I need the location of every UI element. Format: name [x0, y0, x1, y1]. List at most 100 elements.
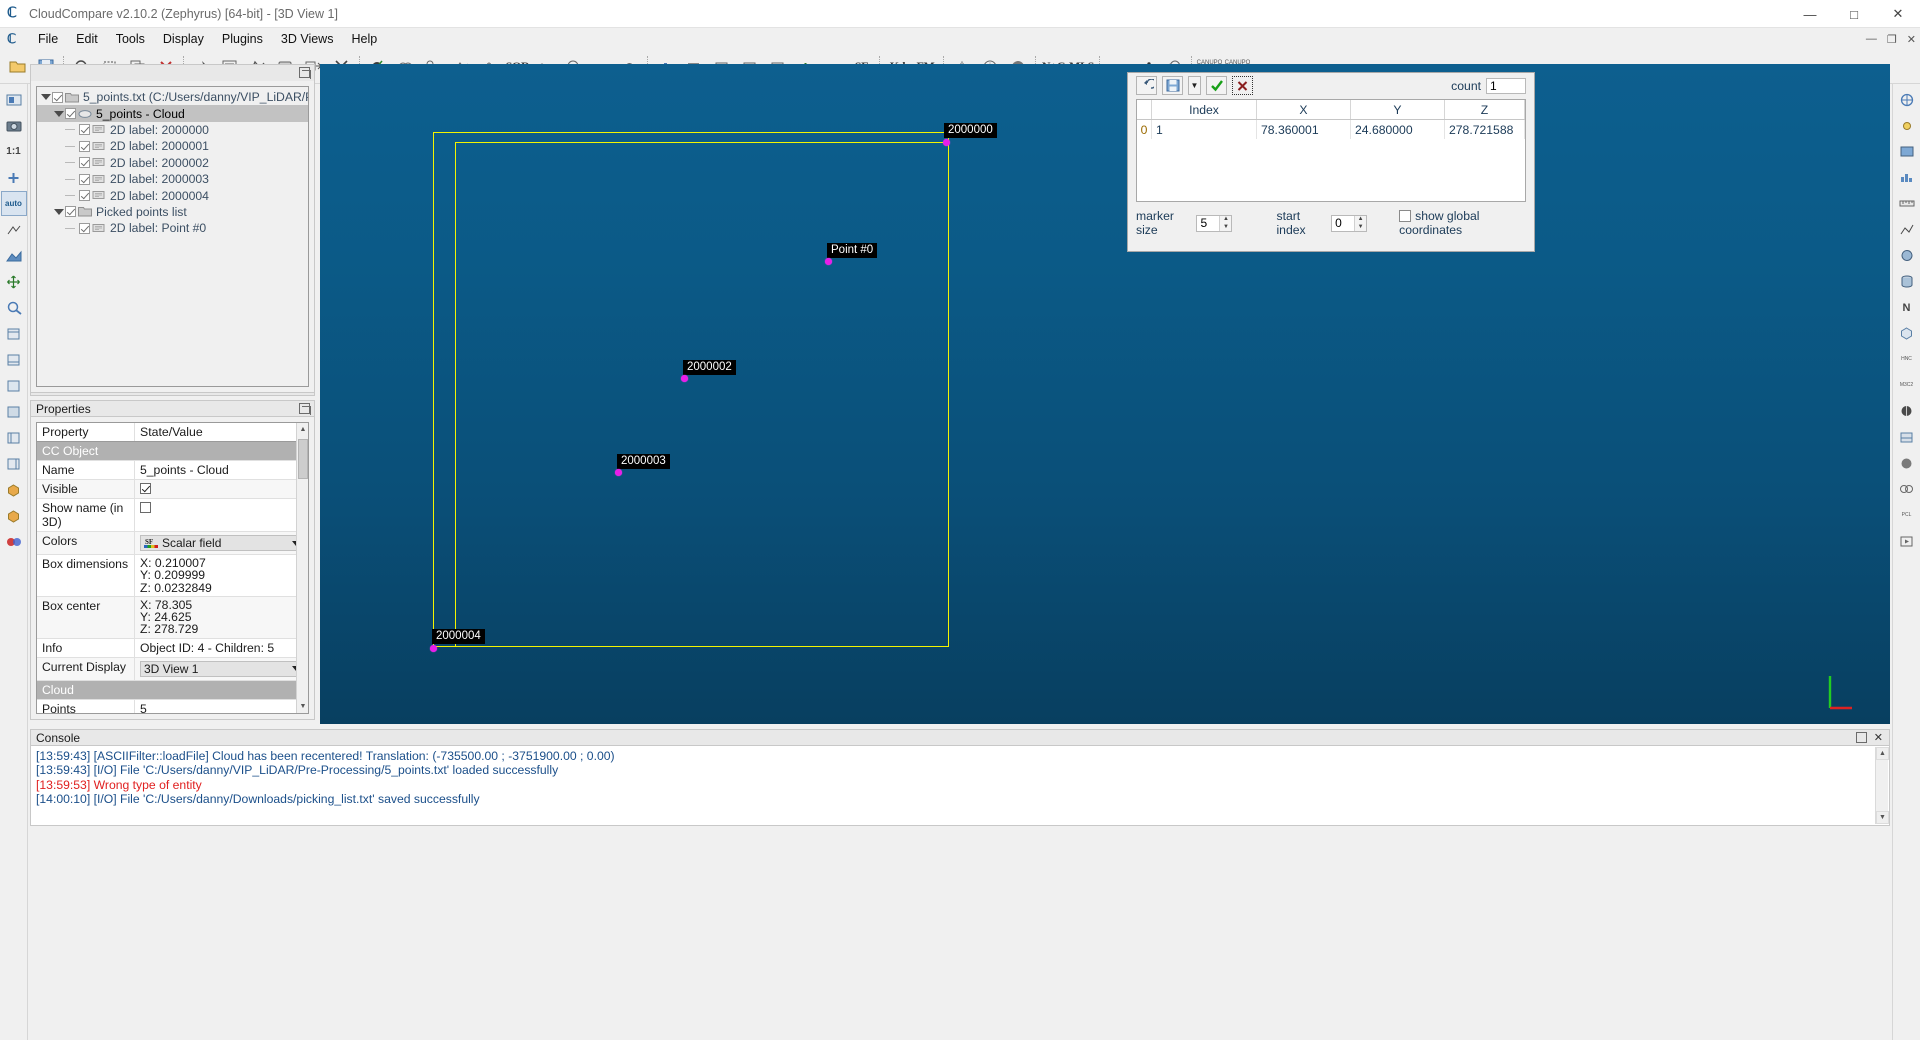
db-tree-item[interactable]: 5_points - Cloud	[37, 105, 308, 121]
qsra-icon[interactable]	[1894, 425, 1920, 450]
console-scroll-up-arrow-icon[interactable]: ▲	[1876, 747, 1889, 760]
qblur-icon[interactable]	[1894, 451, 1920, 476]
3d-point-label[interactable]: 2000003	[617, 454, 670, 469]
db-tree-item-checkbox[interactable]	[65, 206, 76, 217]
histogram-panel-icon[interactable]	[1894, 165, 1920, 190]
db-tree-item-checkbox[interactable]	[65, 108, 76, 119]
db-tree-item[interactable]: 2D label: 2000003	[37, 171, 308, 187]
3d-picked-point-marker[interactable]	[430, 645, 437, 652]
cell-y[interactable]: 24.680000	[1351, 120, 1445, 139]
display-settings-icon[interactable]	[1, 87, 27, 112]
menu-help[interactable]: Help	[342, 30, 386, 48]
cell-index[interactable]: 1	[1152, 120, 1257, 139]
start-index-input[interactable]	[1332, 216, 1354, 231]
db-tree-item[interactable]: 2D label: Point #0	[37, 220, 308, 236]
console-close-icon[interactable]: ✕	[1874, 731, 1883, 744]
mdi-close-button[interactable]: ✕	[1907, 33, 1916, 46]
mdi-restore-button[interactable]: ❐	[1887, 33, 1897, 46]
validate-button[interactable]	[1206, 76, 1227, 95]
db-tree-item-checkbox[interactable]	[79, 157, 90, 168]
3d-point-label[interactable]: 2000004	[432, 629, 485, 644]
start-index-up-arrow-icon[interactable]: ▲	[1355, 216, 1366, 224]
marker-size-up-arrow-icon[interactable]: ▲	[1220, 216, 1231, 224]
properties-scrollbar-thumb[interactable]	[298, 439, 308, 479]
auto-pick-rotation-icon[interactable]: auto	[1, 191, 27, 216]
scroll-down-arrow-icon[interactable]: ▼	[297, 700, 309, 713]
measure-icon[interactable]	[1894, 191, 1920, 216]
db-tree-item[interactable]: 2D label: 2000002	[37, 155, 308, 171]
properties-value-combobox[interactable]: SFScalar field	[140, 535, 306, 551]
console-float-button[interactable]	[1856, 732, 1867, 743]
3d-picked-point-marker[interactable]	[681, 375, 688, 382]
header-z[interactable]: Z	[1445, 100, 1525, 119]
undo-last-button[interactable]	[1136, 76, 1157, 95]
show-global-coordinates-checkbox[interactable]: show global coordinates	[1399, 209, 1526, 237]
menu-display[interactable]: Display	[154, 30, 213, 48]
magnifier-icon[interactable]	[1, 295, 27, 320]
console-panel-body[interactable]: [13:59:43] [ASCIIFilter::loadFile] Cloud…	[30, 746, 1890, 826]
qpcl-icon[interactable]: PCL	[1894, 503, 1920, 528]
3d-picked-point-marker[interactable]	[615, 469, 622, 476]
menu-plugins[interactable]: Plugins	[213, 30, 272, 48]
db-tree-list[interactable]: 5_points.txt (C:/Users/danny/VIP_LiDAR/P…	[36, 86, 309, 387]
close-button[interactable]: ✕	[1876, 0, 1920, 28]
open-file-icon[interactable]	[4, 53, 31, 81]
pivot-icon[interactable]	[1, 217, 27, 242]
view-iso1-icon[interactable]	[1, 477, 27, 502]
3d-picked-point-marker[interactable]	[943, 139, 950, 146]
header-index[interactable]: Index	[1152, 100, 1257, 119]
properties-value-combobox[interactable]: 3D View 1	[140, 661, 306, 677]
properties-scrollbar[interactable]: ▲ ▼	[296, 423, 308, 713]
properties-value-checkbox[interactable]	[140, 502, 151, 513]
db-tree-item-checkbox[interactable]	[79, 124, 90, 135]
view-left-icon[interactable]	[1, 425, 27, 450]
header-x[interactable]: X	[1257, 100, 1351, 119]
3d-point-label[interactable]: Point #0	[827, 243, 877, 258]
db-tree-item-checkbox[interactable]	[52, 92, 63, 103]
zoom-fit-icon[interactable]	[1, 165, 27, 190]
db-tree-item[interactable]: 2D label: 2000000	[37, 122, 308, 138]
move-icon[interactable]	[1, 269, 27, 294]
db-tree-item-checkbox[interactable]	[79, 141, 90, 152]
viewing-tools-icon[interactable]	[1894, 87, 1920, 112]
view-iso2-icon[interactable]	[1, 503, 27, 528]
m3c2-icon[interactable]: M3C2	[1894, 373, 1920, 398]
scroll-up-arrow-icon[interactable]: ▲	[297, 423, 309, 436]
db-tree-item[interactable]: 2D label: 2000004	[37, 187, 308, 203]
cell-z[interactable]: 278.721588	[1445, 120, 1525, 139]
view-cube-icon[interactable]	[1894, 321, 1920, 346]
camera-snapshot-icon[interactable]	[1, 113, 27, 138]
terrain-icon[interactable]	[1, 243, 27, 268]
app-menu-icon[interactable]: ℂ	[7, 31, 29, 47]
db-tree-float-button[interactable]	[299, 67, 310, 78]
cancel-button[interactable]	[1232, 76, 1253, 95]
view-north-icon[interactable]: N	[1894, 295, 1920, 320]
start-index-stepper[interactable]: ▲ ▼	[1331, 215, 1367, 232]
qhpr-icon[interactable]	[1894, 477, 1920, 502]
maximize-button[interactable]: □	[1832, 0, 1876, 28]
menu-edit[interactable]: Edit	[67, 30, 107, 48]
db-tree-item[interactable]: 5_points.txt (C:/Users/danny/VIP_LiDAR/P…	[37, 89, 308, 105]
count-input[interactable]	[1486, 78, 1526, 94]
db-tree-item-checkbox[interactable]	[79, 223, 90, 234]
pcv-icon[interactable]	[1894, 399, 1920, 424]
3d-picked-point-marker[interactable]	[825, 258, 832, 265]
properties-float-button[interactable]	[299, 403, 310, 414]
light-settings-icon[interactable]	[1894, 113, 1920, 138]
color-scale-icon[interactable]	[1894, 139, 1920, 164]
save-button[interactable]	[1162, 76, 1183, 95]
menu-3dviews[interactable]: 3D Views	[272, 30, 343, 48]
picked-points-table[interactable]: Index X Y Z 0178.36000124.680000278.7215…	[1136, 99, 1526, 202]
view-right-icon[interactable]	[1, 451, 27, 476]
view-top-icon[interactable]	[1, 321, 27, 346]
picked-point-row[interactable]: 0178.36000124.680000278.721588	[1137, 120, 1525, 139]
marker-size-stepper[interactable]: ▲ ▼	[1196, 215, 1232, 232]
3d-view-canvas[interactable]: 2000000Point #0200000220000032000004	[320, 64, 1890, 724]
tree-expand-arrow-icon[interactable]	[52, 111, 65, 117]
tree-expand-arrow-icon[interactable]	[39, 94, 52, 100]
db-tree-item-checkbox[interactable]	[79, 190, 90, 201]
header-y[interactable]: Y	[1351, 100, 1445, 119]
console-scroll-down-arrow-icon[interactable]: ▼	[1876, 811, 1889, 824]
properties-value-checkbox[interactable]	[140, 483, 151, 494]
3d-point-label[interactable]: 2000000	[944, 123, 997, 138]
